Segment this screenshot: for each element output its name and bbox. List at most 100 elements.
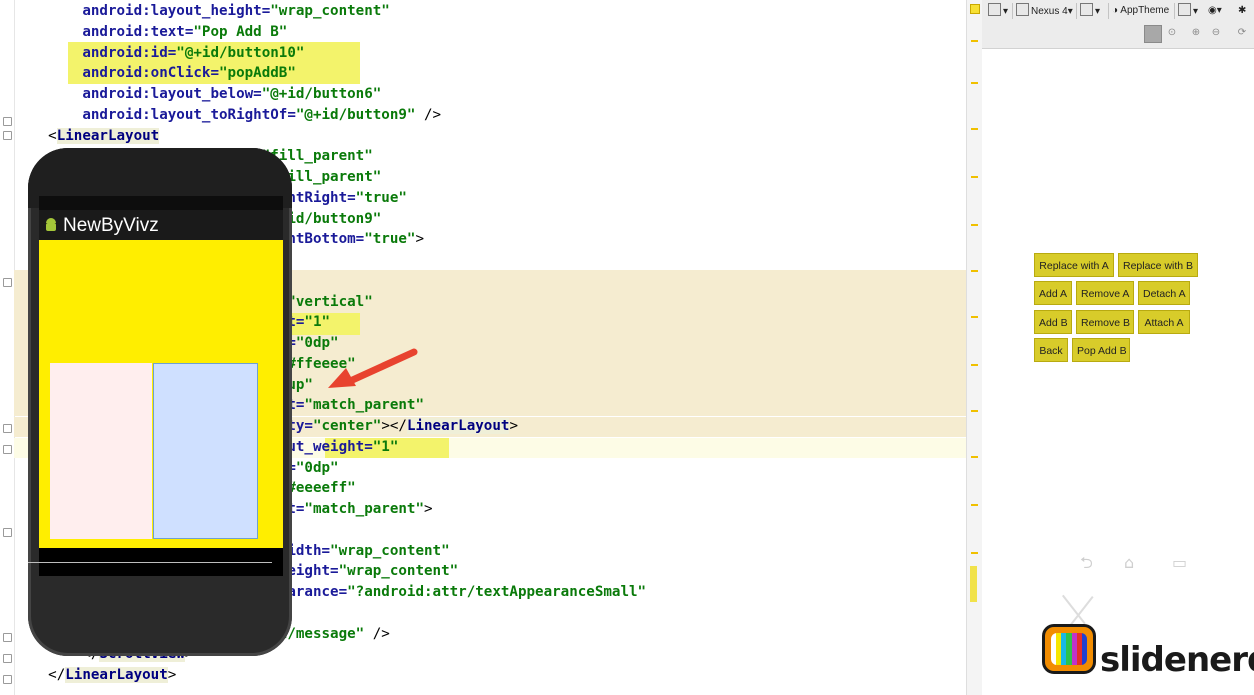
xml-tag: LinearLayout <box>406 418 510 434</box>
code-line[interactable]: android:layout_below="@+id/button6" <box>14 84 381 104</box>
stripe-marker[interactable] <box>971 82 978 84</box>
app-title: NewByVivz <box>63 215 159 236</box>
punctuation: /> <box>415 106 442 123</box>
punctuation: ></ <box>381 418 407 434</box>
android-icon: ✱ <box>1238 5 1247 16</box>
tv-colorbars <box>1051 633 1087 665</box>
attribute-value: "@+id/button9" <box>295 106 416 123</box>
recents-nav-icon[interactable]: ▭ <box>1172 555 1187 571</box>
api-level-dropdown[interactable]: ✱ <box>1238 3 1246 19</box>
toolbar-separator <box>1108 3 1109 19</box>
stripe-marker[interactable] <box>971 504 978 506</box>
red-arrow-icon <box>328 348 418 388</box>
attribute-name: android:layout_toRightOf= <box>14 106 296 123</box>
home-nav-icon[interactable]: ⌂ <box>1124 555 1134 571</box>
punctuation: > <box>424 501 433 517</box>
code-line[interactable]: android:id="@+id/button10" <box>14 43 304 63</box>
pop-add-b-button[interactable]: Pop Add B <box>1072 338 1130 362</box>
editor-scroll-thumb[interactable] <box>970 566 977 602</box>
activity-dropdown[interactable]: ▾ <box>1178 3 1198 19</box>
orientation-dropdown[interactable]: ▾ <box>1080 3 1100 19</box>
layout-mode-button[interactable] <box>1144 25 1162 43</box>
fold-marker[interactable] <box>3 528 12 537</box>
punctuation: < <box>14 127 57 144</box>
stripe-marker[interactable] <box>971 40 978 42</box>
remove-a-button[interactable]: Remove A <box>1076 281 1134 305</box>
stripe-marker[interactable] <box>971 552 978 554</box>
fold-marker[interactable] <box>3 445 12 454</box>
code-line[interactable]: android:layout_height="wrap_content" <box>14 1 390 21</box>
replace-with-b-button[interactable]: Replace with B <box>1118 253 1198 277</box>
fold-marker[interactable] <box>3 131 12 140</box>
stripe-marker[interactable] <box>971 316 978 318</box>
attribute-value: "1" <box>372 438 399 455</box>
locale-dropdown[interactable]: ◉▾ <box>1208 3 1222 19</box>
attribute-name: android:id= <box>14 44 177 61</box>
device-dropdown[interactable]: Nexus 4▾ <box>1016 3 1073 19</box>
toolbar-separator <box>1012 3 1013 19</box>
device-config-button[interactable]: ▾ <box>988 3 1008 19</box>
add-a-button[interactable]: Add A <box>1034 281 1072 305</box>
fold-marker[interactable] <box>3 675 12 684</box>
fold-marker[interactable] <box>3 654 12 663</box>
brand-watermark: slidenerd <box>1100 640 1254 680</box>
code-line[interactable]: <LinearLayout <box>14 126 160 146</box>
fold-marker[interactable] <box>3 424 12 433</box>
zoom-in-icon[interactable]: ⊕ <box>1188 25 1204 41</box>
attribute-value: "Pop Add B" <box>193 23 288 40</box>
preview-toolbar: ▾ Nexus 4▾ ▾ ◑ AppTheme ▾ ◉▾ ✱ ⊙ ⊕ ⊖ ⟳ <box>982 0 1254 49</box>
toolbar-separator <box>1076 3 1077 19</box>
attribute-value: "popAddB" <box>219 65 296 82</box>
punctuation: /> <box>364 625 390 642</box>
replace-with-a-button[interactable]: Replace with A <box>1034 253 1114 277</box>
back-nav-icon[interactable]: ⮌ <box>1080 555 1093 571</box>
code-line[interactable]: android:layout_toRightOf="@+id/button9" … <box>14 105 441 125</box>
stripe-marker[interactable] <box>971 410 978 412</box>
fold-marker[interactable] <box>3 117 12 126</box>
message-scrollview[interactable] <box>153 363 258 539</box>
design-canvas[interactable] <box>982 49 1254 695</box>
stripe-marker[interactable] <box>971 456 978 458</box>
code-line[interactable]: android:onClick="popAddB" <box>14 63 296 83</box>
divider-line <box>28 562 272 563</box>
attribute-value: "center" <box>312 418 382 434</box>
back-button[interactable]: Back <box>1034 338 1068 362</box>
code-line[interactable]: android:text="Pop Add B" <box>14 22 287 42</box>
stripe-marker[interactable] <box>971 128 978 130</box>
attach-a-button[interactable]: Attach A <box>1138 310 1190 334</box>
attribute-value: "0dp" <box>295 459 339 476</box>
attribute-value: "1" <box>304 314 331 331</box>
attribute-name: android:layout_height= <box>14 3 271 19</box>
fold-marker[interactable] <box>3 278 12 287</box>
navigation-bar <box>39 550 283 576</box>
group-container[interactable] <box>50 363 152 539</box>
inspection-status-icon[interactable] <box>970 4 980 14</box>
refresh-icon[interactable]: ⟳ <box>1234 25 1250 41</box>
stripe-marker[interactable] <box>971 364 978 366</box>
attribute-value: "match_parent" <box>304 397 425 414</box>
slidenerd-tv-logo-icon <box>1042 624 1096 674</box>
theme-dropdown[interactable]: ◑ AppTheme <box>1112 3 1169 19</box>
attribute-value: "match_parent" <box>304 501 425 517</box>
zoom-actual-icon[interactable]: ⊙ <box>1164 25 1180 41</box>
stripe-marker[interactable] <box>971 176 978 178</box>
attribute-value: "vertical" <box>287 293 373 310</box>
xml-tag: LinearLayout <box>56 127 160 144</box>
rotate-icon <box>1080 3 1093 16</box>
stripe-marker[interactable] <box>971 224 978 226</box>
fold-marker[interactable] <box>3 633 12 642</box>
zoom-out-icon[interactable]: ⊖ <box>1208 25 1224 41</box>
xml-tag: LinearLayout <box>65 667 168 683</box>
phone-icon <box>1016 3 1029 16</box>
punctuation: > <box>167 667 177 683</box>
detach-a-button[interactable]: Detach A <box>1138 281 1190 305</box>
stripe-marker[interactable] <box>971 270 978 272</box>
attribute-value: "true" <box>355 189 407 206</box>
attribute-name: android:layout_below= <box>14 86 262 102</box>
add-b-button[interactable]: Add B <box>1034 310 1072 334</box>
remove-b-button[interactable]: Remove B <box>1076 310 1134 334</box>
code-line[interactable]: </LinearLayout> <box>14 665 176 685</box>
editor-gutter[interactable] <box>0 0 15 695</box>
globe-icon: ◉ <box>1208 5 1217 16</box>
attribute-value: "@+id/button6" <box>261 86 382 102</box>
